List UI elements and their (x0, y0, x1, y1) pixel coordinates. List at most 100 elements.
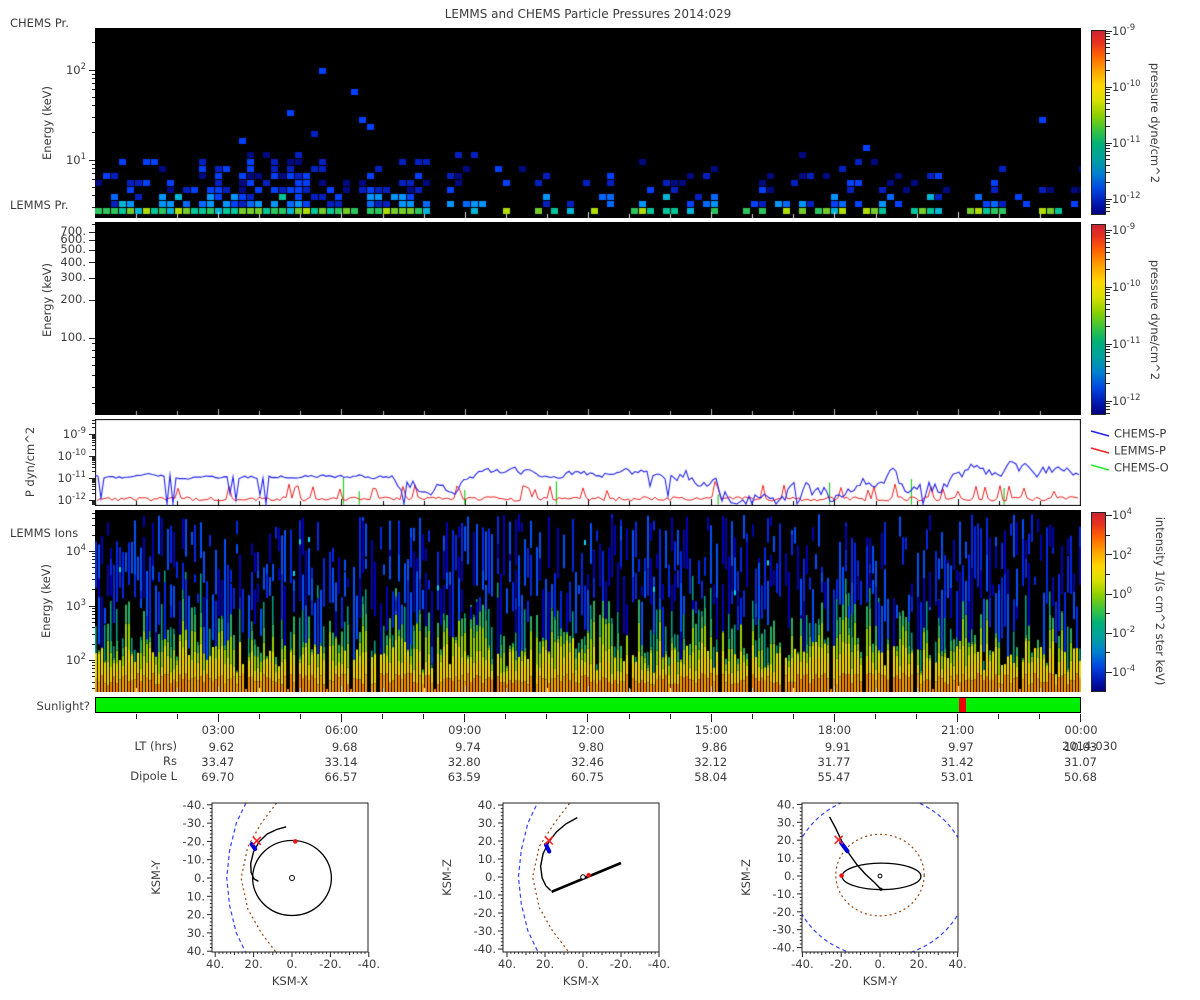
ephemeris-dipole-l-value: 53.01 (940, 770, 974, 784)
axis-tick-label: 10-12 (1112, 191, 1141, 206)
axis-minor-tick-mark (1106, 652, 1110, 654)
tick-exponent-label: 104 (1112, 507, 1133, 523)
time-axis-tick-mark (998, 714, 1000, 719)
ephemeris-rs-value: 32.46 (571, 755, 604, 769)
axis-minor-tick-mark (91, 442, 95, 444)
ephemeris-rs-value: 33.47 (201, 755, 235, 769)
time-axis-tick-mark (546, 714, 548, 719)
ephemeris-rs-value: 32.12 (694, 755, 728, 769)
axis-minor-tick-mark (1106, 203, 1110, 205)
ephemeris-lt-value: 9.80 (578, 740, 604, 754)
axis-tick-label: 10-10 (1112, 79, 1141, 94)
axis-minor-tick-mark (91, 403, 95, 405)
axis-minor-tick-mark (91, 489, 95, 490)
y-axis-tick-label: -10. (773, 887, 795, 901)
axis-major-tick-mark (89, 660, 95, 661)
axis-minor-tick-mark (91, 563, 95, 565)
axis-minor-tick-mark (1106, 164, 1110, 166)
ephemeris-lt-value: 9.91 (824, 740, 851, 754)
saturn-symbol (289, 875, 295, 881)
time-axis-tick-mark (669, 714, 671, 719)
axis-major-tick-mark (89, 262, 95, 263)
x-axis-tick-label: 0. (287, 957, 298, 971)
axis-minor-tick-mark (1106, 181, 1110, 183)
trajectory-path (828, 816, 882, 890)
axis-minor-tick-mark (1106, 292, 1110, 294)
orbit-content (802, 803, 958, 952)
time-axis-tick-mark (792, 714, 794, 719)
generated-plot-elements: 102 101 700. 600. 500. 400. 300. 200. 100. 10-9 10… (0, 0, 1200, 1000)
axis-minor-tick-mark (1106, 103, 1110, 105)
axis-minor-tick-mark (91, 356, 95, 358)
y-axis-title: KSM-Z (739, 859, 753, 896)
time-axis-tick-mark (505, 714, 507, 719)
tick-exponent-label: 103 (65, 598, 86, 613)
axis-minor-tick-mark (1106, 360, 1110, 362)
axis-minor-tick-mark (1106, 39, 1110, 41)
axis-minor-tick-mark (1106, 47, 1110, 49)
y-axis-tick-label: -10. (183, 853, 205, 867)
y-axis-tick-label: -40. (773, 941, 795, 955)
axis-minor-tick-mark (1106, 534, 1110, 536)
y-axis-tick-label: 40. (478, 798, 496, 812)
axis-minor-tick-mark (91, 486, 95, 488)
tick-exponent-label: 10-12 (1112, 393, 1141, 408)
x-axis-tick-label: 20. (910, 957, 928, 971)
ephemeris-rs-value: 31.42 (940, 755, 974, 769)
axis-minor-tick-mark (91, 224, 95, 226)
axis-minor-tick-mark (1106, 406, 1110, 408)
trajectory-path (539, 816, 578, 892)
ephemeris-lt-value: 9.86 (701, 740, 728, 754)
time-axis-hour-label: 21:00 (941, 723, 975, 737)
end-date-label: 2014-030 (1062, 739, 1118, 753)
axis-minor-tick-mark (91, 426, 95, 428)
ephemeris-lt-value: 9.74 (455, 740, 481, 754)
ephemeris-rs-value: 31.07 (1064, 755, 1097, 769)
axis-tick-label: 400. (60, 254, 86, 269)
y-axis-tick-label: 40. (777, 797, 795, 811)
tick-exponent-label: 10-9 (1112, 222, 1136, 237)
y-axis-tick-label: 40. (187, 944, 205, 958)
time-axis-tick-mark (833, 714, 835, 722)
tick-exponent-label: 10-11 (57, 470, 86, 485)
trajectory-path (249, 826, 287, 882)
time-axis-hour-label: 00:00 (1064, 723, 1098, 737)
y-axis-tick-label: -10. (474, 888, 496, 902)
axis-minor-tick-mark (1106, 91, 1110, 93)
axis-minor-tick-mark (1106, 299, 1110, 301)
axis-minor-tick-mark (91, 502, 95, 504)
axis-minor-tick-mark (91, 462, 95, 464)
x-axis-tick-label: 40. (948, 957, 966, 971)
axis-tick-label: 10-9 (1112, 222, 1135, 237)
axis-minor-tick-mark (91, 132, 95, 134)
x-axis-tick-label: -20. (830, 957, 852, 971)
axis-minor-tick-mark (91, 173, 95, 175)
tick-exponent-label: 101 (65, 152, 86, 167)
red-dot-marker (839, 873, 844, 878)
axis-minor-tick-mark (91, 96, 95, 98)
y-axis-tick-label: 20. (777, 833, 795, 847)
y-axis-title: KSM-Y (149, 859, 163, 895)
axis-minor-tick-mark (91, 553, 95, 555)
y-axis-tick-label: -20. (474, 906, 496, 920)
axis-minor-tick-mark (1106, 69, 1110, 71)
time-axis-tick-mark (423, 714, 425, 719)
axis-minor-tick-mark (1106, 352, 1110, 354)
ephemeris-rs-value: 31.77 (817, 755, 851, 769)
orbit-plot-ksm-z-vs-ksm-y: -40. -20. 0. 20. 40. 40. 30. 20. 10. 0. -10. -20. -3… (739, 797, 967, 988)
time-axis-tick-mark (751, 714, 753, 719)
axis-minor-tick-mark (1106, 89, 1110, 91)
axis-major-tick-mark (89, 249, 95, 251)
x-axis-tick-label: 20. (536, 957, 554, 971)
x-axis-title: KSM-Y (863, 974, 899, 988)
axis-minor-tick-mark (91, 179, 95, 181)
tick-exponent-label: 104 (65, 543, 86, 559)
axis-minor-tick-mark (91, 668, 95, 670)
axis-tick-label: 103 (28, 598, 86, 613)
axis-minor-tick-mark (91, 457, 95, 459)
axis-minor-tick-mark (1106, 159, 1110, 161)
axis-minor-tick-mark (91, 464, 95, 466)
axis-minor-tick-mark (1106, 303, 1110, 305)
tick-exponent-label: 10-12 (1112, 191, 1141, 206)
axis-minor-tick-mark (91, 73, 95, 75)
